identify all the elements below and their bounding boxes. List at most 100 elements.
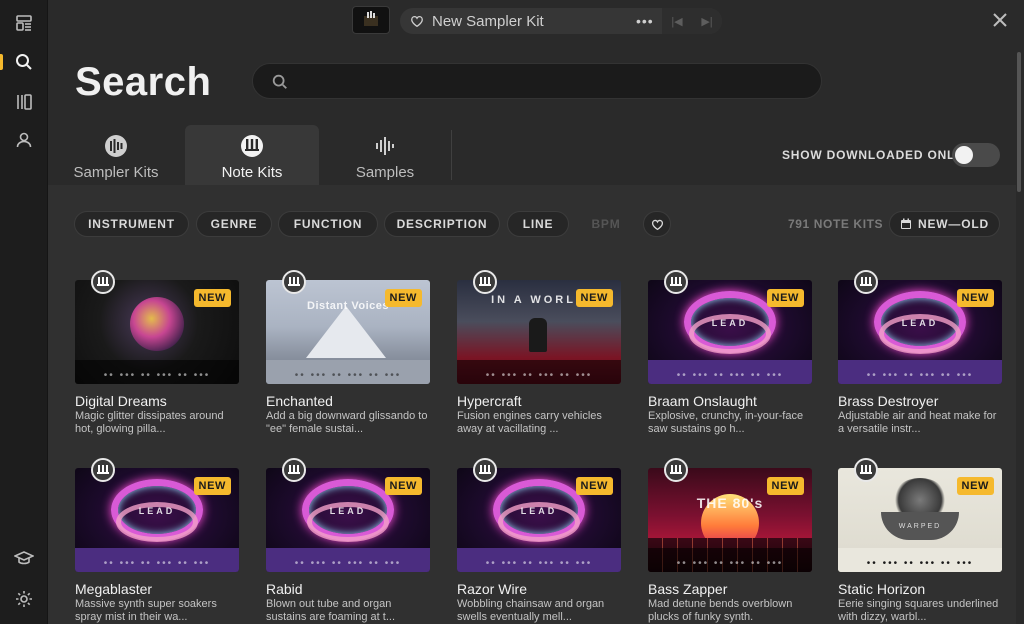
- filter-bpm[interactable]: BPM: [577, 211, 635, 237]
- note-kit-icon: [664, 458, 688, 482]
- page-title: Search: [75, 60, 212, 104]
- search-field[interactable]: [252, 63, 822, 99]
- heart-icon: [651, 219, 663, 230]
- note-kit-icon: [91, 270, 115, 294]
- next-kit-icon[interactable]: ▶|: [701, 15, 712, 28]
- kit-artwork: IN A WORLD •• ••• •• ••• •• ••• NEW: [457, 280, 621, 384]
- kit-description: Explosive, crunchy, in-your-face saw sus…: [648, 410, 804, 435]
- art-dots: •• ••• •• ••• •• •••: [485, 557, 593, 569]
- filter-line[interactable]: LINE: [507, 211, 569, 237]
- scrollbar-thumb[interactable]: [1017, 52, 1021, 192]
- note-kit-icon: [473, 270, 497, 294]
- kit-title: Megablaster: [75, 581, 153, 597]
- note-kit-icon: [282, 270, 306, 294]
- filter-description[interactable]: DESCRIPTION: [384, 211, 500, 237]
- kit-title: Razor Wire: [457, 581, 528, 597]
- kit-card[interactable]: Distant Voices •• ••• •• ••• •• ••• NEW …: [266, 270, 430, 440]
- kit-card[interactable]: THE 80's •• ••• •• ••• •• ••• NEW Bass Z…: [648, 458, 812, 624]
- new-badge: NEW: [956, 477, 994, 495]
- kit-card[interactable]: IN A WORLD •• ••• •• ••• •• ••• NEW Hype…: [457, 270, 621, 440]
- sampler-kit-icon: [105, 135, 127, 157]
- kit-title: Braam Onslaught: [648, 393, 757, 409]
- user-icon: [16, 132, 32, 148]
- art-dots: •• ••• •• ••• •• •••: [485, 369, 593, 381]
- sidebar-item-learn[interactable]: [0, 540, 48, 576]
- kit-card[interactable]: LEAD •• ••• •• ••• •• ••• NEW Brass Dest…: [838, 270, 1002, 440]
- kit-title: Hypercraft: [457, 393, 522, 409]
- graduation-cap-icon: [14, 551, 34, 565]
- heart-icon[interactable]: [410, 14, 424, 28]
- sort-label: NEW—OLD: [918, 217, 989, 231]
- sort-button[interactable]: NEW—OLD: [889, 211, 1000, 237]
- tab-sampler-kits[interactable]: Sampler Kits: [49, 125, 183, 185]
- sidebar-item-browse[interactable]: [0, 5, 48, 41]
- kit-navigation: |◀ ▶|: [662, 8, 722, 34]
- art-dots: •• ••• •• ••• •• •••: [294, 557, 402, 569]
- art-dots: •• ••• •• ••• •• •••: [676, 557, 784, 569]
- previous-kit-icon[interactable]: |◀: [671, 15, 682, 28]
- kit-description: Massive synth super soakers spray mist i…: [75, 598, 217, 623]
- kit-artwork: LEAD •• ••• •• ••• •• ••• NEW: [648, 280, 812, 384]
- note-kit-icon: [664, 270, 688, 294]
- search-icon: [272, 74, 287, 89]
- tab-samples[interactable]: Samples: [318, 125, 452, 185]
- new-badge: NEW: [766, 289, 804, 307]
- result-count: 791 NOTE KITS: [788, 217, 884, 231]
- kit-card[interactable]: WARPED •• ••• •• ••• •• ••• NEW Static H…: [838, 458, 1002, 624]
- close-icon[interactable]: [990, 10, 1010, 30]
- art-figure: [529, 318, 547, 352]
- art-dots: •• ••• •• ••• •• •••: [866, 557, 974, 569]
- new-badge: NEW: [575, 289, 613, 307]
- kit-thumbnail[interactable]: [352, 6, 390, 34]
- kit-card[interactable]: •• ••• •• ••• •• ••• NEW Digital Dreams …: [75, 270, 239, 440]
- filter-function[interactable]: FUNCTION: [278, 211, 378, 237]
- new-badge: NEW: [193, 477, 231, 495]
- kit-description: Magic glitter dissipates around hot, glo…: [75, 410, 224, 435]
- toggle-knob: [955, 146, 973, 164]
- kit-title: Bass Zapper: [648, 581, 728, 597]
- app-window: New Sampler Kit ••• |◀ ▶| Search Sampler…: [0, 0, 1024, 624]
- tab-divider: [451, 130, 452, 180]
- current-kit-name[interactable]: New Sampler Kit: [432, 13, 636, 30]
- sidebar-item-library[interactable]: [0, 84, 48, 120]
- art-dots: •• ••• •• ••• •• •••: [866, 369, 974, 381]
- tab-note-kits[interactable]: Note Kits: [185, 125, 319, 185]
- note-kit-icon: [241, 135, 263, 157]
- sidebar-item-search[interactable]: [0, 44, 48, 80]
- kit-artwork: WARPED •• ••• •• ••• •• ••• NEW: [838, 468, 1002, 572]
- kit-title: Static Horizon: [838, 581, 926, 597]
- favorites-filter[interactable]: [643, 211, 671, 237]
- search-icon: [16, 54, 32, 70]
- kit-art-icon: [364, 11, 378, 26]
- kit-card[interactable]: LEAD •• ••• •• ••• •• ••• NEW Razor Wire…: [457, 458, 621, 624]
- waveform-icon: [376, 137, 394, 155]
- gear-icon: [16, 591, 32, 607]
- layout-icon: [16, 15, 32, 31]
- art-title: WARPED: [881, 512, 959, 540]
- more-options-button[interactable]: •••: [636, 13, 662, 29]
- art-dots: •• ••• •• ••• •• •••: [294, 369, 402, 381]
- sidebar-item-profile[interactable]: [0, 122, 48, 158]
- kit-description: Adjustable air and heat make for a versa…: [838, 410, 997, 435]
- sidebar-item-settings[interactable]: [0, 581, 48, 617]
- search-input[interactable]: [299, 64, 799, 98]
- kit-card[interactable]: LEAD •• ••• •• ••• •• ••• NEW Megablaste…: [75, 458, 239, 624]
- kit-description: Eerie singing squares underlined with di…: [838, 598, 999, 623]
- kit-card[interactable]: LEAD •• ••• •• ••• •• ••• NEW Rabid Blow…: [266, 458, 430, 624]
- kit-description: Fusion engines carry vehicles away at va…: [457, 410, 602, 435]
- new-badge: NEW: [384, 289, 422, 307]
- show-downloaded-toggle[interactable]: [952, 143, 1000, 167]
- kit-card[interactable]: LEAD •• ••• •• ••• •• ••• NEW Braam Onsl…: [648, 270, 812, 440]
- note-kit-icon: [282, 458, 306, 482]
- filter-instrument[interactable]: INSTRUMENT: [74, 211, 189, 237]
- kit-title: Enchanted: [266, 393, 333, 409]
- kit-artwork: LEAD •• ••• •• ••• •• ••• NEW: [838, 280, 1002, 384]
- new-badge: NEW: [766, 477, 804, 495]
- kit-title: Digital Dreams: [75, 393, 167, 409]
- tab-label: Samples: [355, 164, 415, 181]
- filter-genre[interactable]: GENRE: [196, 211, 272, 237]
- kit-title: Brass Destroyer: [838, 393, 939, 409]
- note-kit-icon: [473, 458, 497, 482]
- new-badge: NEW: [956, 289, 994, 307]
- current-kit-bar: New Sampler Kit ••• |◀ ▶|: [400, 8, 722, 34]
